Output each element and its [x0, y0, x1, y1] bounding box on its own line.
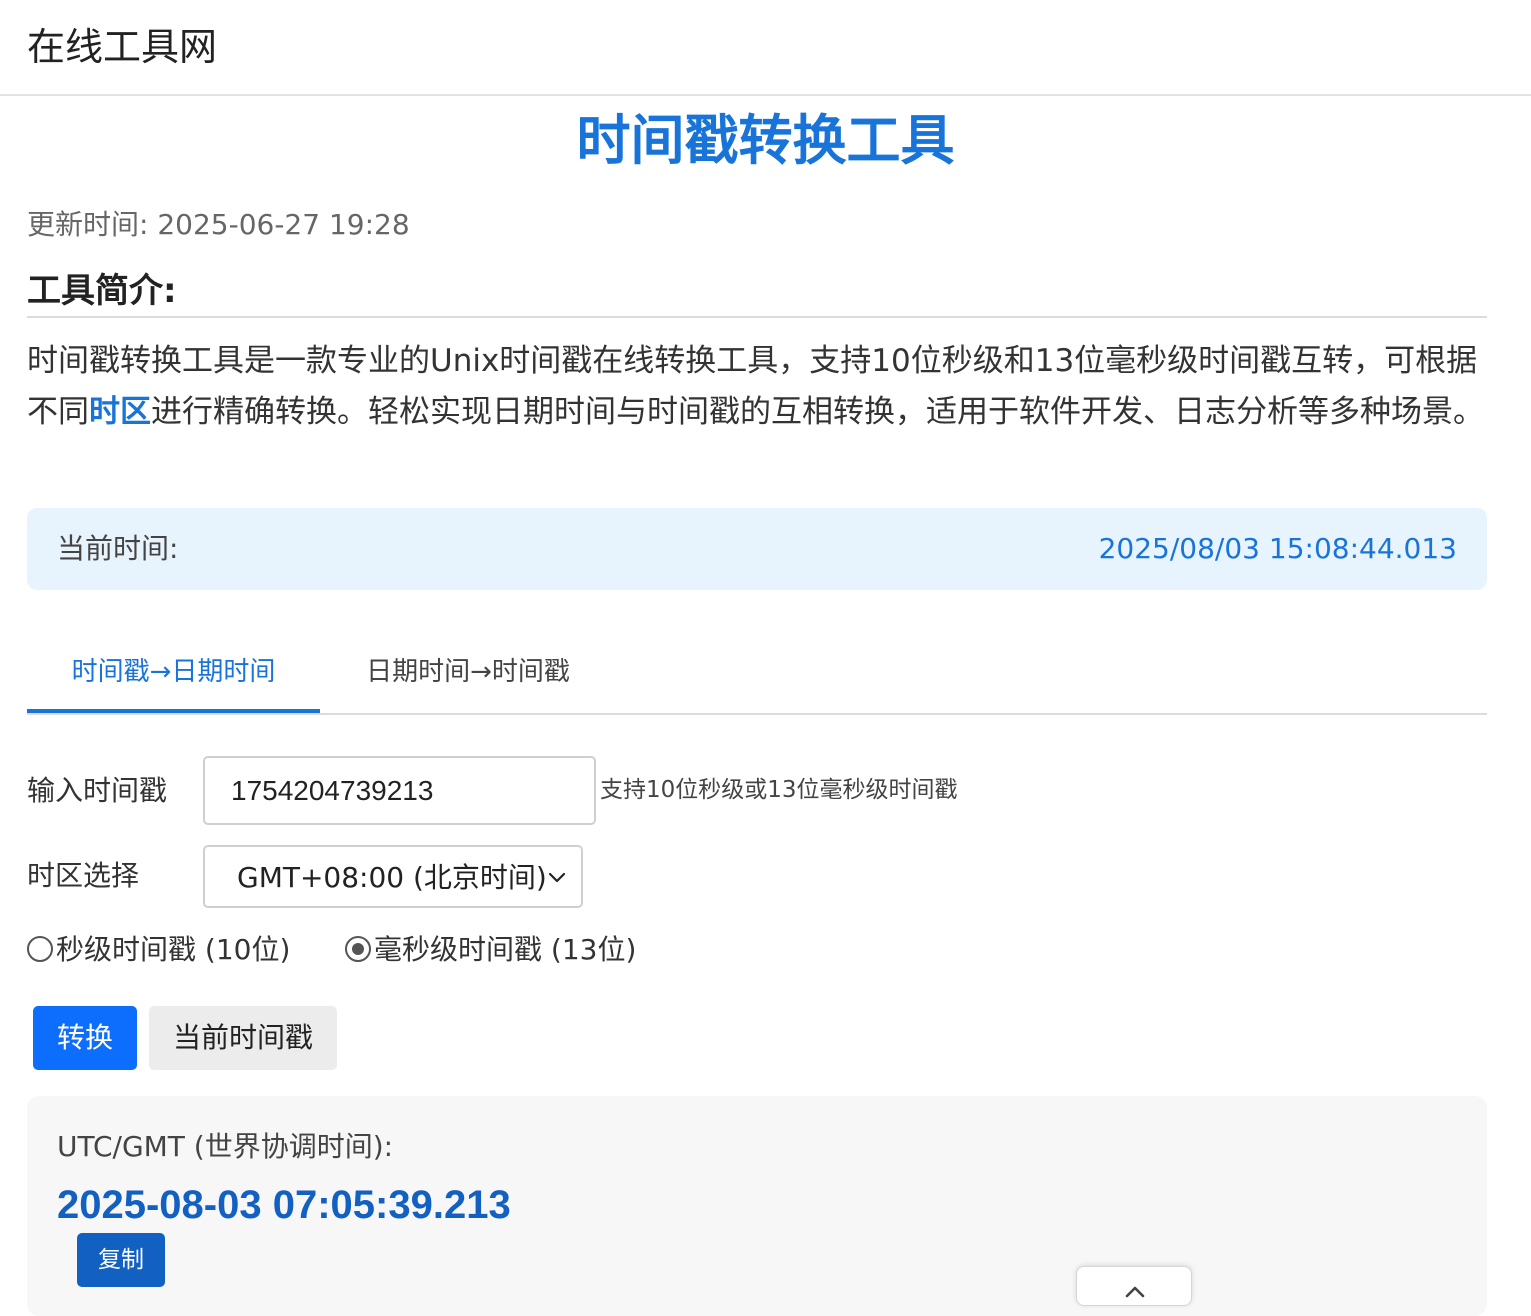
page-title: 时间戳转换工具	[576, 109, 955, 172]
radio-millis[interactable]: 毫秒级时间戳 (13位)	[345, 933, 645, 968]
chevron-down-icon	[548, 872, 566, 883]
timezone-select[interactable]: GMT+08:00 (北京时间)	[203, 845, 583, 908]
current-timestamp-button[interactable]: 当前时间戳	[149, 1006, 337, 1070]
site-header: 在线工具网	[0, 0, 1531, 96]
site-title[interactable]: 在线工具网	[27, 22, 217, 72]
radio-seconds-label: 秒级时间戳 (10位)	[56, 933, 291, 966]
result-panel: UTC/GMT (世界协调时间): 2025-08-03 07:05:39.21…	[27, 1096, 1487, 1316]
intro-text: 时间戳转换工具是一款专业的Unix时间戳在线转换工具，支持10位秒级和13位毫秒…	[27, 336, 1497, 438]
timezone-label: 时区选择	[27, 859, 140, 892]
radio-seconds-circle[interactable]	[27, 936, 53, 962]
radio-millis-label: 毫秒级时间戳 (13位)	[374, 933, 637, 966]
convert-button[interactable]: 转换	[33, 1006, 137, 1070]
timestamp-input[interactable]	[203, 756, 596, 825]
tab-datetime-to-timestamp[interactable]: 日期时间→时间戳	[320, 636, 616, 713]
timezone-link[interactable]: 时区	[89, 394, 151, 430]
radio-seconds[interactable]: 秒级时间戳 (10位)	[27, 933, 297, 968]
result-label: UTC/GMT (世界协调时间):	[57, 1130, 394, 1163]
tab-timestamp-to-datetime[interactable]: 时间戳→日期时间	[27, 636, 320, 713]
timestamp-input-hint: 支持10位秒级或13位毫秒级时间戳	[600, 777, 958, 803]
timezone-selected-value: GMT+08:00 (北京时间)	[237, 861, 547, 894]
back-to-top-button[interactable]	[1076, 1266, 1192, 1306]
current-time-panel: 当前时间: 2025/08/03 15:08:44.013	[27, 508, 1487, 590]
current-time-label: 当前时间:	[57, 532, 179, 565]
current-time-value: 2025/08/03 15:08:44.013	[1098, 532, 1457, 565]
update-time: 更新时间: 2025-06-27 19:28	[27, 208, 410, 241]
intro-heading: 工具简介:	[27, 268, 1487, 318]
tab-bar: 时间戳→日期时间 日期时间→时间戳	[27, 636, 1487, 715]
intro-text-after: 进行精确转换。轻松实现日期时间与时间戳的互相转换，适用于软件开发、日志分析等多种…	[151, 394, 1484, 430]
copy-button[interactable]: 复制	[77, 1233, 165, 1287]
result-value: 2025-08-03 07:05:39.213	[57, 1183, 511, 1227]
timestamp-input-label: 输入时间戳	[27, 774, 168, 807]
radio-millis-circle[interactable]	[345, 936, 371, 962]
